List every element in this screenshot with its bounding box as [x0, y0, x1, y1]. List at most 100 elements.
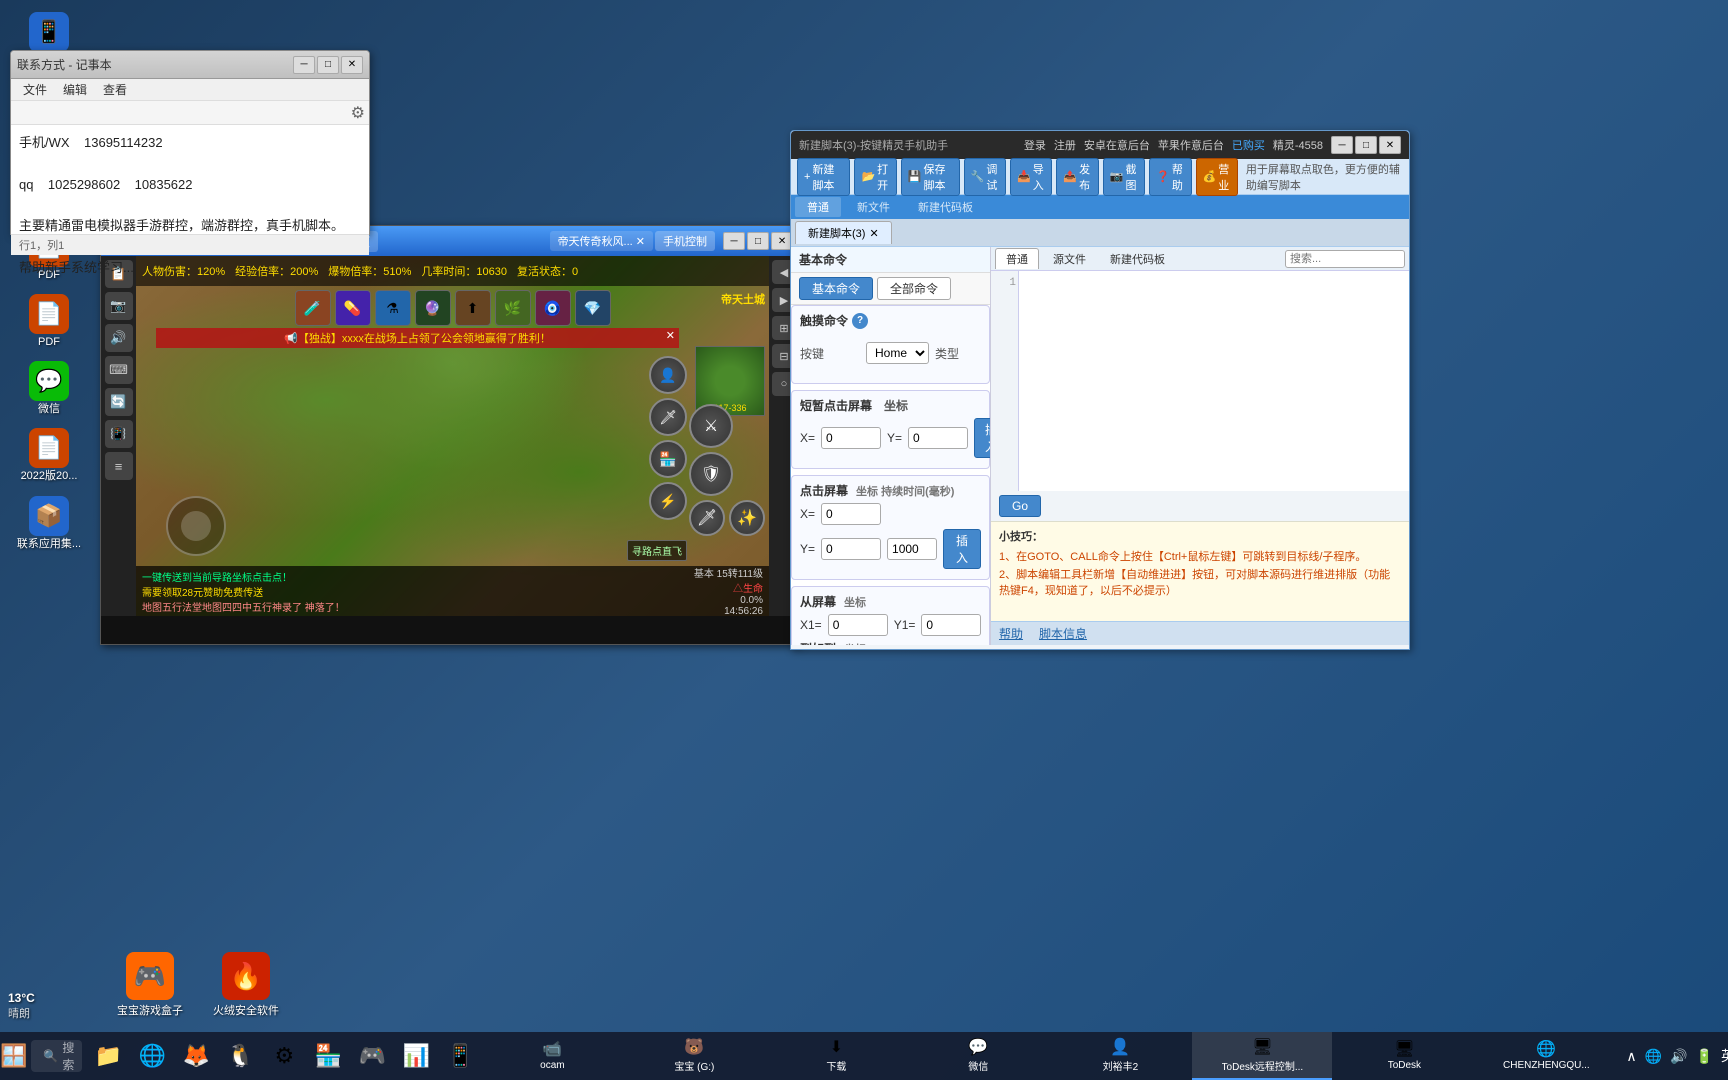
notepad-file-menu[interactable]: 文件 [15, 79, 55, 100]
game-char-icon-1[interactable]: 👤 [649, 356, 687, 394]
skill-8-icon[interactable]: 💎 [575, 290, 611, 326]
temp-click-insert-btn[interactable]: 插入 [974, 418, 991, 458]
desktop-icon-apps[interactable]: 📦 联系应用集... [4, 492, 94, 555]
script-subtab-code[interactable]: 新建代码板 [906, 197, 985, 217]
slide-x1-input[interactable] [828, 614, 888, 636]
running-ocam[interactable]: 📹 ocam [482, 1032, 622, 1080]
sidebar-shake-icon[interactable]: 📳 [105, 420, 133, 448]
script-minimize-btn[interactable]: ─ [1331, 136, 1353, 154]
script-debug-btn[interactable]: 🔧 调试 [964, 158, 1006, 196]
running-baobao[interactable]: 🐻 宝宝 (G:) [624, 1032, 764, 1080]
script-ios-bg-btn[interactable]: 苹果作意后台 [1158, 137, 1224, 153]
script-help-btn[interactable]: ❓ 帮助 [1149, 158, 1191, 196]
tray-expand-icon[interactable]: ∧ [1624, 1046, 1638, 1067]
sidebar-rotate-icon[interactable]: 🔄 [105, 388, 133, 416]
go-btn[interactable]: Go [999, 495, 1041, 517]
script-buy-btn[interactable]: 已购买 [1232, 137, 1265, 153]
cmd-tab-all[interactable]: 全部命令 [877, 277, 951, 300]
game-btn-2[interactable]: 🛡 [689, 452, 733, 496]
emulator-maximize-btn[interactable]: □ [747, 232, 769, 250]
running-chenzheng[interactable]: 🌐 CHENZHENGQU... [1476, 1032, 1616, 1080]
emulator-minimize-btn[interactable]: ─ [723, 232, 745, 250]
script-business-btn[interactable]: 💰 营业 [1196, 158, 1238, 196]
key-select[interactable]: Home [866, 342, 929, 364]
pinned-qq[interactable]: 🐧 [218, 1034, 262, 1078]
script-code-editor[interactable] [1019, 271, 1409, 491]
script-subtab-normal[interactable]: 普通 [795, 197, 841, 217]
file-tab-1-close[interactable]: ✕ [869, 227, 878, 240]
tray-network-icon[interactable]: 🌐 [1643, 1046, 1664, 1067]
pinned-settings[interactable]: ⚙ [262, 1034, 306, 1078]
script-android-bg-btn[interactable]: 安卓在意后台 [1084, 137, 1150, 153]
sidebar-menu-icon[interactable]: ≡ [105, 452, 133, 480]
slide-y1-input[interactable] [921, 614, 981, 636]
sidebar-volume-icon[interactable]: 🔊 [105, 324, 133, 352]
click-duration-input[interactable] [887, 538, 937, 560]
game-alert-close[interactable]: ✕ [666, 329, 675, 342]
pinned-gamepad[interactable]: 🎮 [350, 1034, 394, 1078]
bottom-icon-gamebox[interactable]: 🎮 宝宝游戏盒子 [110, 952, 190, 1018]
notepad-settings-icon[interactable]: ⚙ [351, 103, 365, 123]
click-y-input[interactable] [821, 538, 881, 560]
tray-ime-icon[interactable]: 英 [1719, 1044, 1728, 1068]
game-joystick[interactable] [166, 496, 226, 556]
editor-tab-new[interactable]: 新建代码板 [1100, 249, 1175, 269]
script-register-btn[interactable]: 注册 [1054, 137, 1076, 153]
script-subtab-source[interactable]: 新文件 [845, 197, 902, 217]
tray-volume-icon[interactable]: 🔊 [1668, 1046, 1689, 1067]
editor-search-input[interactable] [1285, 250, 1405, 268]
notepad-titlebar[interactable]: 联系方式 - 记事本 ─ □ ✕ [11, 51, 369, 79]
notepad-close-btn[interactable]: ✕ [341, 56, 363, 74]
pinned-edge[interactable]: 🌐 [130, 1034, 174, 1078]
skill-2-icon[interactable]: 💊 [335, 290, 371, 326]
pinned-chart[interactable]: 📊 [394, 1034, 438, 1078]
desktop-icon-pdf3[interactable]: 📄 2022版20... [4, 424, 94, 487]
cmd-tab-basic[interactable]: 基本命令 [799, 277, 873, 300]
game-btn-4[interactable]: ✨ [729, 500, 765, 536]
script-maximize-btn[interactable]: □ [1355, 136, 1377, 154]
pinned-firefox[interactable]: 🦊 [174, 1034, 218, 1078]
notepad-maximize-btn[interactable]: □ [317, 56, 339, 74]
emulator-control-tab[interactable]: 手机控制 [655, 231, 715, 251]
script-close-btn[interactable]: ✕ [1379, 136, 1401, 154]
script-new-btn[interactable]: + 新建脚本 [797, 158, 850, 196]
pinned-files[interactable]: 📁 [86, 1034, 130, 1078]
tray-battery-icon[interactable]: 🔋 [1694, 1046, 1715, 1067]
notepad-minimize-btn[interactable]: ─ [293, 56, 315, 74]
running-wechat[interactable]: 💬 微信 [908, 1032, 1048, 1080]
click-x-input[interactable] [821, 503, 881, 525]
desktop-icon-pdf2[interactable]: 📄 PDF [4, 290, 94, 353]
script-file-tab-1[interactable]: 新建脚本(3) ✕ [795, 221, 892, 244]
pinned-phone[interactable]: 📱 [438, 1034, 482, 1078]
game-btn-1[interactable]: ⚔ [689, 404, 733, 448]
sidebar-camera-icon[interactable]: 📷 [105, 292, 133, 320]
running-toDesk-main[interactable]: 🖥 ToDesk远程控制... [1192, 1032, 1332, 1080]
temp-y-input[interactable] [908, 427, 968, 449]
sidebar-keyboard-icon[interactable]: ⌨ [105, 356, 133, 384]
game-char-icon-2[interactable]: 🗡 [649, 398, 687, 436]
notepad-edit-menu[interactable]: 编辑 [55, 79, 95, 100]
game-char-icon-4[interactable]: ⚡ [649, 482, 687, 520]
script-save-btn[interactable]: 💾 保存脚本 [901, 158, 960, 196]
skill-3-icon[interactable]: ⚗ [375, 290, 411, 326]
help-link[interactable]: 帮助 [999, 625, 1023, 642]
script-login-btn[interactable]: 登录 [1024, 137, 1046, 153]
script-buy2-btn[interactable]: 精灵-4558 [1273, 137, 1323, 153]
desktop-icon-wechat[interactable]: 💬 微信 [4, 357, 94, 420]
bottom-icon-firewall[interactable]: 🔥 火绒安全软件 [206, 952, 286, 1018]
skill-4-icon[interactable]: 🔮 [415, 290, 451, 326]
running-download[interactable]: ⬇ 下载 [766, 1032, 906, 1080]
notepad-view-menu[interactable]: 查看 [95, 79, 135, 100]
skill-5-icon[interactable]: ⬆ [455, 290, 491, 326]
game-btn-3[interactable]: 🗡 [689, 500, 725, 536]
taskbar-search[interactable]: 🔍 晴朗 搜索 [31, 1040, 82, 1072]
click-screen-insert-btn[interactable]: 插入 [943, 529, 981, 569]
start-button[interactable]: 🪟 [0, 1032, 27, 1080]
script-import-btn[interactable]: 📥 导入 [1010, 158, 1052, 196]
running-toDesk[interactable]: 🖥 ToDesk [1334, 1032, 1474, 1080]
touch-help-icon[interactable]: ? [852, 313, 868, 329]
game-char-icon-3[interactable]: 🏪 [649, 440, 687, 478]
skill-1-icon[interactable]: 🧪 [295, 290, 331, 326]
emulator-game-tab[interactable]: 帝天传奇秋风... ✕ [550, 231, 653, 251]
running-liuyufeng[interactable]: 👤 刘裕丰2 [1050, 1032, 1190, 1080]
